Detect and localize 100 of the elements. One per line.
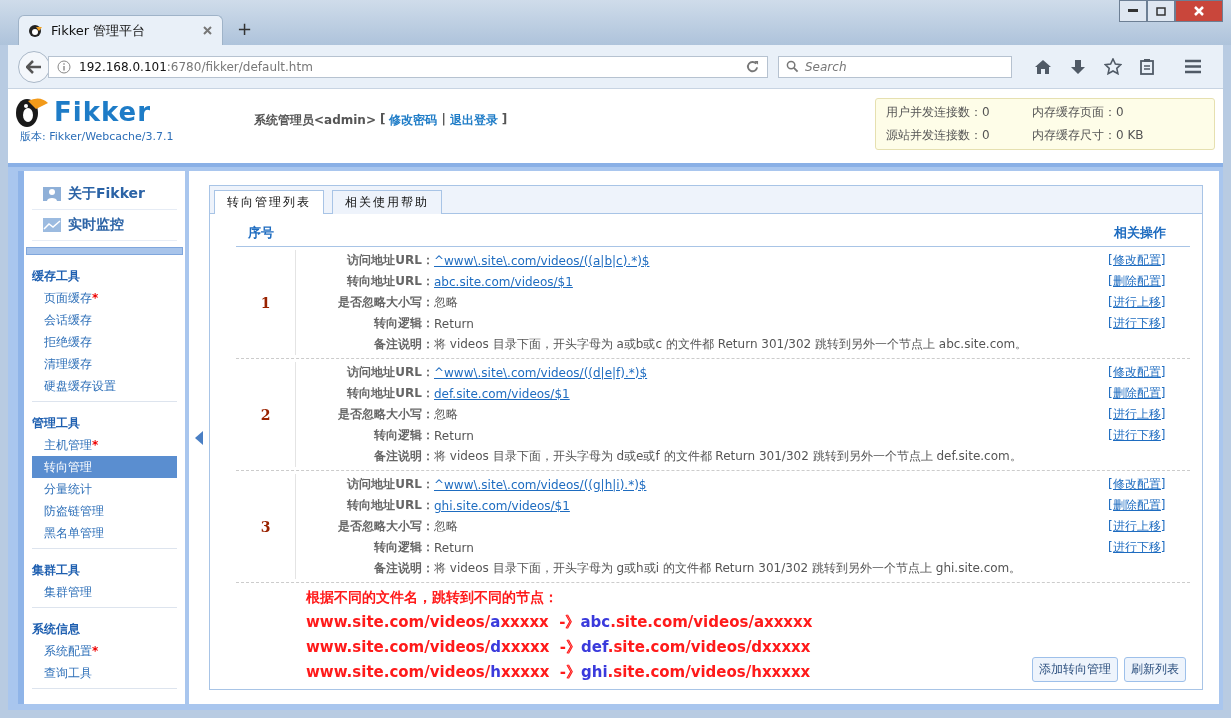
field-value: 忽略: [434, 406, 458, 423]
url-host: 192.168.0.101: [79, 59, 167, 74]
action-link[interactable]: [进行上移]: [1108, 292, 1190, 313]
field-label: 备注说明：: [373, 448, 434, 465]
sidebar-item[interactable]: 分量统计: [32, 478, 177, 500]
home-icon[interactable]: [1034, 58, 1052, 75]
sidebar-item[interactable]: 清理缓存: [32, 353, 177, 375]
star-icon[interactable]: [1104, 58, 1122, 75]
sidebar-item[interactable]: 硬盘缓存设置: [32, 375, 177, 397]
tab[interactable]: 相关使用帮助: [332, 190, 442, 214]
sidebar-item[interactable]: 拒绝缓存: [32, 331, 177, 353]
row-number: 2: [260, 406, 271, 423]
sidebar-item[interactable]: 防盗链管理: [32, 500, 177, 522]
field-link[interactable]: ^www\.site\.com/videos/((a|b|c).*)$: [434, 253, 650, 268]
chart-icon: [42, 217, 62, 233]
field-label: 访问地址URL：: [346, 476, 434, 493]
field-value: Return: [434, 428, 474, 443]
action-link[interactable]: [进行下移]: [1108, 537, 1190, 558]
sidebar-item[interactable]: 转向管理: [32, 456, 177, 478]
browser-tab[interactable]: Fikker 管理平台: [18, 15, 223, 45]
field-label: 转向地址URL：: [346, 497, 434, 514]
tab[interactable]: 转向管理列表: [214, 190, 324, 214]
close-window-icon[interactable]: [1175, 0, 1223, 22]
search-icon: [786, 59, 799, 73]
toucan-icon: [29, 23, 43, 38]
row-number: 1: [260, 294, 271, 311]
action-button[interactable]: 刷新列表: [1124, 657, 1186, 682]
field-link[interactable]: def.site.com/videos/$1: [434, 386, 570, 401]
sidebar-item[interactable]: 页面缓存*: [32, 287, 177, 309]
field-label: 转向逻辑：: [373, 315, 434, 332]
action-link[interactable]: [进行下移]: [1108, 425, 1190, 446]
sidebar-item[interactable]: 系统配置*: [32, 640, 177, 662]
close-icon[interactable]: [203, 26, 212, 35]
search-field[interactable]: Search: [778, 55, 1012, 78]
action-link[interactable]: [修改配置]: [1108, 250, 1190, 271]
field-value: 忽略: [434, 294, 458, 311]
url-path: :6780/fikker/default.htm: [166, 59, 313, 74]
menu-icon[interactable]: [1184, 59, 1202, 74]
sidebar-top-item[interactable]: 关于Fikker: [32, 179, 177, 210]
sidebar-top-label: 关于Fikker: [68, 185, 145, 203]
field-value: 将 videos 目录下面，开头字母为 a或b或c 的文件都 Return 301/302 跳转到另外一个节点上 abc.site.com。: [434, 336, 1028, 353]
row-number: 3: [260, 518, 271, 535]
sidebar-item[interactable]: 主机管理*: [32, 434, 177, 456]
action-link[interactable]: [进行上移]: [1108, 404, 1190, 425]
group-title: 管理工具: [32, 415, 81, 432]
action-link[interactable]: [删除配置]: [1108, 495, 1190, 516]
sidebar-item[interactable]: 集群管理: [32, 581, 177, 603]
note-title: 根据不同的文件名，跳转到不同的节点：: [306, 589, 559, 607]
address-bar[interactable]: 192.168.0.101:6780/fikker/default.htm: [48, 55, 768, 78]
group-title: 缓存工具: [32, 268, 81, 285]
admin-label: 系统管理员<admin>: [254, 112, 376, 129]
clipboard-icon[interactable]: [1140, 58, 1154, 75]
sidebar-item[interactable]: 黑名单管理: [32, 522, 177, 544]
action-link[interactable]: [删除配置]: [1108, 383, 1190, 404]
column-header: 序号: [248, 224, 274, 242]
action-link[interactable]: [进行上移]: [1108, 516, 1190, 537]
field-label: 转向逻辑：: [373, 539, 434, 556]
sidebar-top-item[interactable]: 实时监控: [32, 210, 177, 241]
action-link[interactable]: [修改配置]: [1108, 474, 1190, 495]
group-title: 集群工具: [32, 562, 81, 579]
field-label: 访问地址URL：: [346, 364, 434, 381]
reload-icon[interactable]: [746, 60, 759, 73]
field-link[interactable]: ^www\.site\.com/videos/((d|e|f).*)$: [434, 365, 648, 380]
note-line: www.site.com/videos/hxxxxx -》ghi.site.com/videos/hxxxxx: [306, 663, 812, 682]
field-value: 将 videos 目录下面，开头字母为 d或e或f 的文件都 Return 301/302 跳转到另外一个节点上 def.site.com。: [434, 448, 1022, 465]
bracket: [: [379, 112, 386, 128]
download-icon[interactable]: [1070, 58, 1086, 75]
field-label: 转向地址URL：: [346, 385, 434, 402]
action-link[interactable]: [删除配置]: [1108, 271, 1190, 292]
toucan-logo-icon: [14, 95, 50, 129]
version-label: 版本: Fikker/Webcache/3.7.1: [20, 129, 175, 144]
change-password-link[interactable]: 修改密码: [389, 112, 438, 129]
bracket: ]: [501, 112, 508, 128]
sidebar-item[interactable]: 查询工具: [32, 662, 177, 684]
action-button[interactable]: 添加转向管理: [1032, 657, 1118, 682]
collapse-arrow-icon[interactable]: [195, 430, 203, 445]
stat-text: 用户并发连接数：0: [886, 104, 991, 121]
field-label: 是否忽略大小写：: [337, 406, 434, 423]
sidebar-top-label: 实时监控: [68, 216, 124, 234]
field-link[interactable]: ^www\.site\.com/videos/((g|h|i).*)$: [434, 477, 647, 492]
new-tab-button[interactable]: +: [237, 18, 253, 39]
back-arrow-icon: [26, 59, 42, 74]
column-header: 相关操作: [1114, 224, 1166, 242]
field-label: 是否忽略大小写：: [337, 294, 434, 311]
minimize-icon[interactable]: [1119, 0, 1147, 22]
stat-text: 内存缓存尺寸：0 KB: [1032, 127, 1145, 144]
action-link[interactable]: [修改配置]: [1108, 362, 1190, 383]
field-value: 忽略: [434, 518, 458, 535]
stat-text: 源站并发连接数：0: [886, 127, 991, 144]
field-link[interactable]: abc.site.com/videos/$1: [434, 274, 573, 289]
maximize-icon[interactable]: [1147, 0, 1175, 22]
action-link[interactable]: [进行下移]: [1108, 313, 1190, 334]
field-value: Return: [434, 316, 474, 331]
sidebar-item[interactable]: 会话缓存: [32, 309, 177, 331]
person-icon: [42, 184, 62, 204]
logout-link[interactable]: 退出登录: [449, 112, 498, 129]
field-link[interactable]: ghi.site.com/videos/$1: [434, 498, 570, 513]
field-label: 是否忽略大小写：: [337, 518, 434, 535]
info-icon[interactable]: [57, 59, 71, 74]
back-button[interactable]: [18, 50, 50, 83]
